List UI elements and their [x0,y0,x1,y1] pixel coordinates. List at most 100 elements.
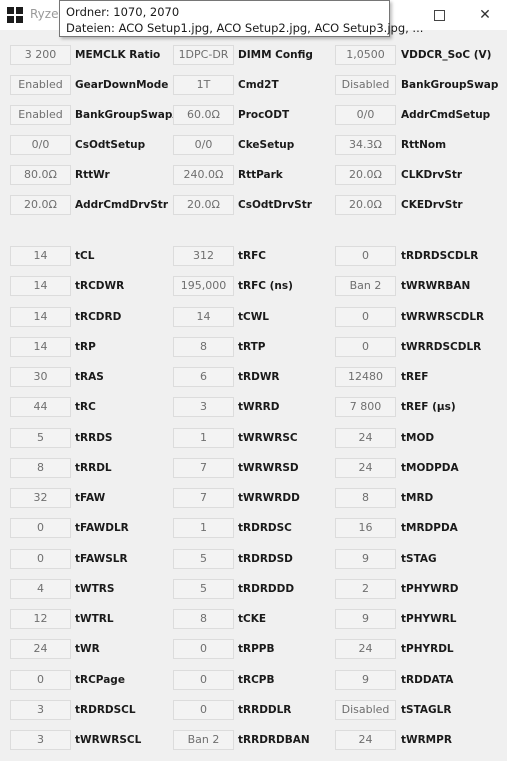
value-box-tfaw[interactable]: 32 [10,488,71,508]
value-box-trdrdscl[interactable]: 3 [10,699,71,720]
label-trddata: tRDDATA [401,673,454,686]
value-box-tmod[interactable]: 24 [335,427,396,448]
label-bankgroupswap: BankGroupSwap [401,79,499,91]
label-clkdrvstr: CLKDrvStr [401,169,463,181]
value-box-clkdrvstr[interactable]: 20.0Ω [335,165,396,185]
value-box-trrdrdban[interactable]: Ban 2 [173,730,234,750]
value-box-tstag[interactable]: 9 [335,548,396,569]
value-box-trfc-ns[interactable]: 195,000 [173,276,234,297]
value-box-trcpb[interactable]: 0 [173,669,234,690]
value-box-tstaglr[interactable]: Disabled [335,699,396,720]
value-box-twtrs[interactable]: 4 [10,578,71,599]
value-box-tfawslr[interactable]: 0 [10,548,71,569]
settings-row: Enabled BankGroupSwapAlt 60.0Ω ProcODT 0/0 Ad… [0,105,507,125]
tooltip: Ordner: 1070, 2070 Dateien: ACO Setup1.j… [59,0,423,37]
value-box-procodt[interactable]: 60.0Ω [173,105,234,125]
label-twrmpr: tWRMPR [401,734,452,746]
value-box-twrmpr[interactable]: 24 [335,730,396,750]
label-trfc-ns: tRFC (ns) [238,280,293,293]
value-box-tfawdlr[interactable]: 0 [10,518,71,539]
label-twr: tWR [75,643,100,656]
value-box-trdrdsd[interactable]: 5 [173,548,234,569]
value-box-cmd2t[interactable]: 1T [173,75,234,95]
value-box-rttpark[interactable]: 240.0Ω [173,165,234,185]
timings-row: 0 tRCPage 0 tRCPB 9 tRDDATA [0,669,507,690]
value-box-twr[interactable]: 24 [10,639,71,660]
value-box-tref-us[interactable]: 7 800 [335,397,396,418]
value-box-twtrl[interactable]: 12 [10,609,71,629]
value-box-trdwr[interactable]: 6 [173,367,234,387]
value-box-trrdl[interactable]: 8 [10,457,71,478]
label-ckesetup: CkeSetup [238,139,295,151]
value-box-trrddlr[interactable]: 0 [173,699,234,720]
label-twtrl: tWTRL [75,613,114,625]
close-button[interactable]: ✕ [462,0,507,30]
value-box-trcpage[interactable]: 0 [10,669,71,690]
timings-row: 0 tFAWDLR 1 tRDRDSC 16 tMRDPDA [0,518,507,539]
value-box-ckesetup[interactable]: 0/0 [173,135,234,155]
value-box-trtp[interactable]: 8 [173,336,234,357]
label-geardownmode: GearDownMode [75,79,169,91]
value-box-twrwrscl[interactable]: 3 [10,730,71,750]
value-box-trppb[interactable]: 0 [173,639,234,660]
value-box-vddcr-soc-v[interactable]: 1,0500 [335,45,396,65]
label-trrddlr: tRRDDLR [238,703,292,716]
value-box-trdrdscdlr[interactable]: 0 [335,246,396,266]
value-box-rttwr[interactable]: 80.0Ω [10,165,71,185]
settings-row: 20.0Ω AddrCmdDrvStr 20.0Ω CsOdtDrvStr 20.0Ω C… [0,195,507,215]
value-box-trdrddd[interactable]: 5 [173,578,234,599]
label-tmrd: tMRD [401,492,434,504]
label-twrwrsd: tWRWRSD [238,461,299,474]
value-box-rttnom[interactable]: 34.3Ω [335,135,396,155]
value-box-csodtdrvstr[interactable]: 20.0Ω [173,195,234,215]
value-box-tref[interactable]: 12480 [335,367,396,387]
timings-row: 12 tWTRL 8 tCKE 9 tPHYWRL [0,609,507,629]
value-box-memclk-ratio[interactable]: 3 200 [10,45,71,65]
value-box-dimm-config[interactable]: 1DPC-DR [173,45,234,65]
value-box-twrwrsd[interactable]: 7 [173,457,234,478]
value-box-bankgroupswapalt[interactable]: Enabled [10,105,71,125]
value-box-trcdwr[interactable]: 14 [10,276,71,297]
label-tstag: tSTAG [401,552,437,565]
value-box-tmodpda[interactable]: 24 [335,457,396,478]
label-twrrd: tWRRD [238,401,280,414]
value-box-trcdrd[interactable]: 14 [10,306,71,327]
value-box-addrcmddrvstr[interactable]: 20.0Ω [10,195,71,215]
label-trp: tRP [75,340,96,353]
value-box-trp[interactable]: 14 [10,336,71,357]
value-box-tmrd[interactable]: 8 [335,488,396,508]
value-box-twrwrsc[interactable]: 1 [173,427,234,448]
value-box-tphywrl[interactable]: 9 [335,609,396,629]
value-box-tphyrdl[interactable]: 24 [335,639,396,660]
value-box-twrwrscdlr[interactable]: 0 [335,306,396,327]
label-trdrdsc: tRDRDSC [238,522,292,535]
timings-row: 14 tCL 312 tRFC 0 tRDRDSCDLR [0,246,507,266]
value-box-twrrd[interactable]: 3 [173,397,234,418]
value-box-twrwrdd[interactable]: 7 [173,488,234,508]
label-addrcmddrvstr: AddrCmdDrvStr [75,199,168,211]
label-trppb: tRPPB [238,643,275,656]
label-tref: tREF [401,371,429,383]
value-box-csodtsetup[interactable]: 0/0 [10,135,71,155]
value-box-twrrdscdlr[interactable]: 0 [335,336,396,357]
value-box-trdrdsc[interactable]: 1 [173,518,234,539]
value-box-trrds[interactable]: 5 [10,427,71,448]
value-box-tcwl[interactable]: 14 [173,306,234,327]
label-tfaw: tFAW [75,492,106,504]
value-box-addrcmdsetup[interactable]: 0/0 [335,105,396,125]
value-box-bankgroupswap[interactable]: Disabled [335,75,396,95]
value-box-trfc[interactable]: 312 [173,246,234,266]
value-box-geardownmode[interactable]: Enabled [10,75,71,95]
value-box-trddata[interactable]: 9 [335,669,396,690]
label-dimm-config: DIMM Config [238,49,313,61]
value-box-ckedrvstr[interactable]: 20.0Ω [335,195,396,215]
value-box-tcl[interactable]: 14 [10,246,71,266]
value-box-trc[interactable]: 44 [10,397,71,418]
label-csodtsetup: CsOdtSetup [75,139,146,151]
value-box-tcke[interactable]: 8 [173,609,234,629]
value-box-twrwrban[interactable]: Ban 2 [335,276,396,297]
value-box-tras[interactable]: 30 [10,367,71,387]
value-box-tphywrd[interactable]: 2 [335,578,396,599]
value-box-tmrdpda[interactable]: 16 [335,518,396,539]
label-cmd2t: Cmd2T [238,79,279,91]
